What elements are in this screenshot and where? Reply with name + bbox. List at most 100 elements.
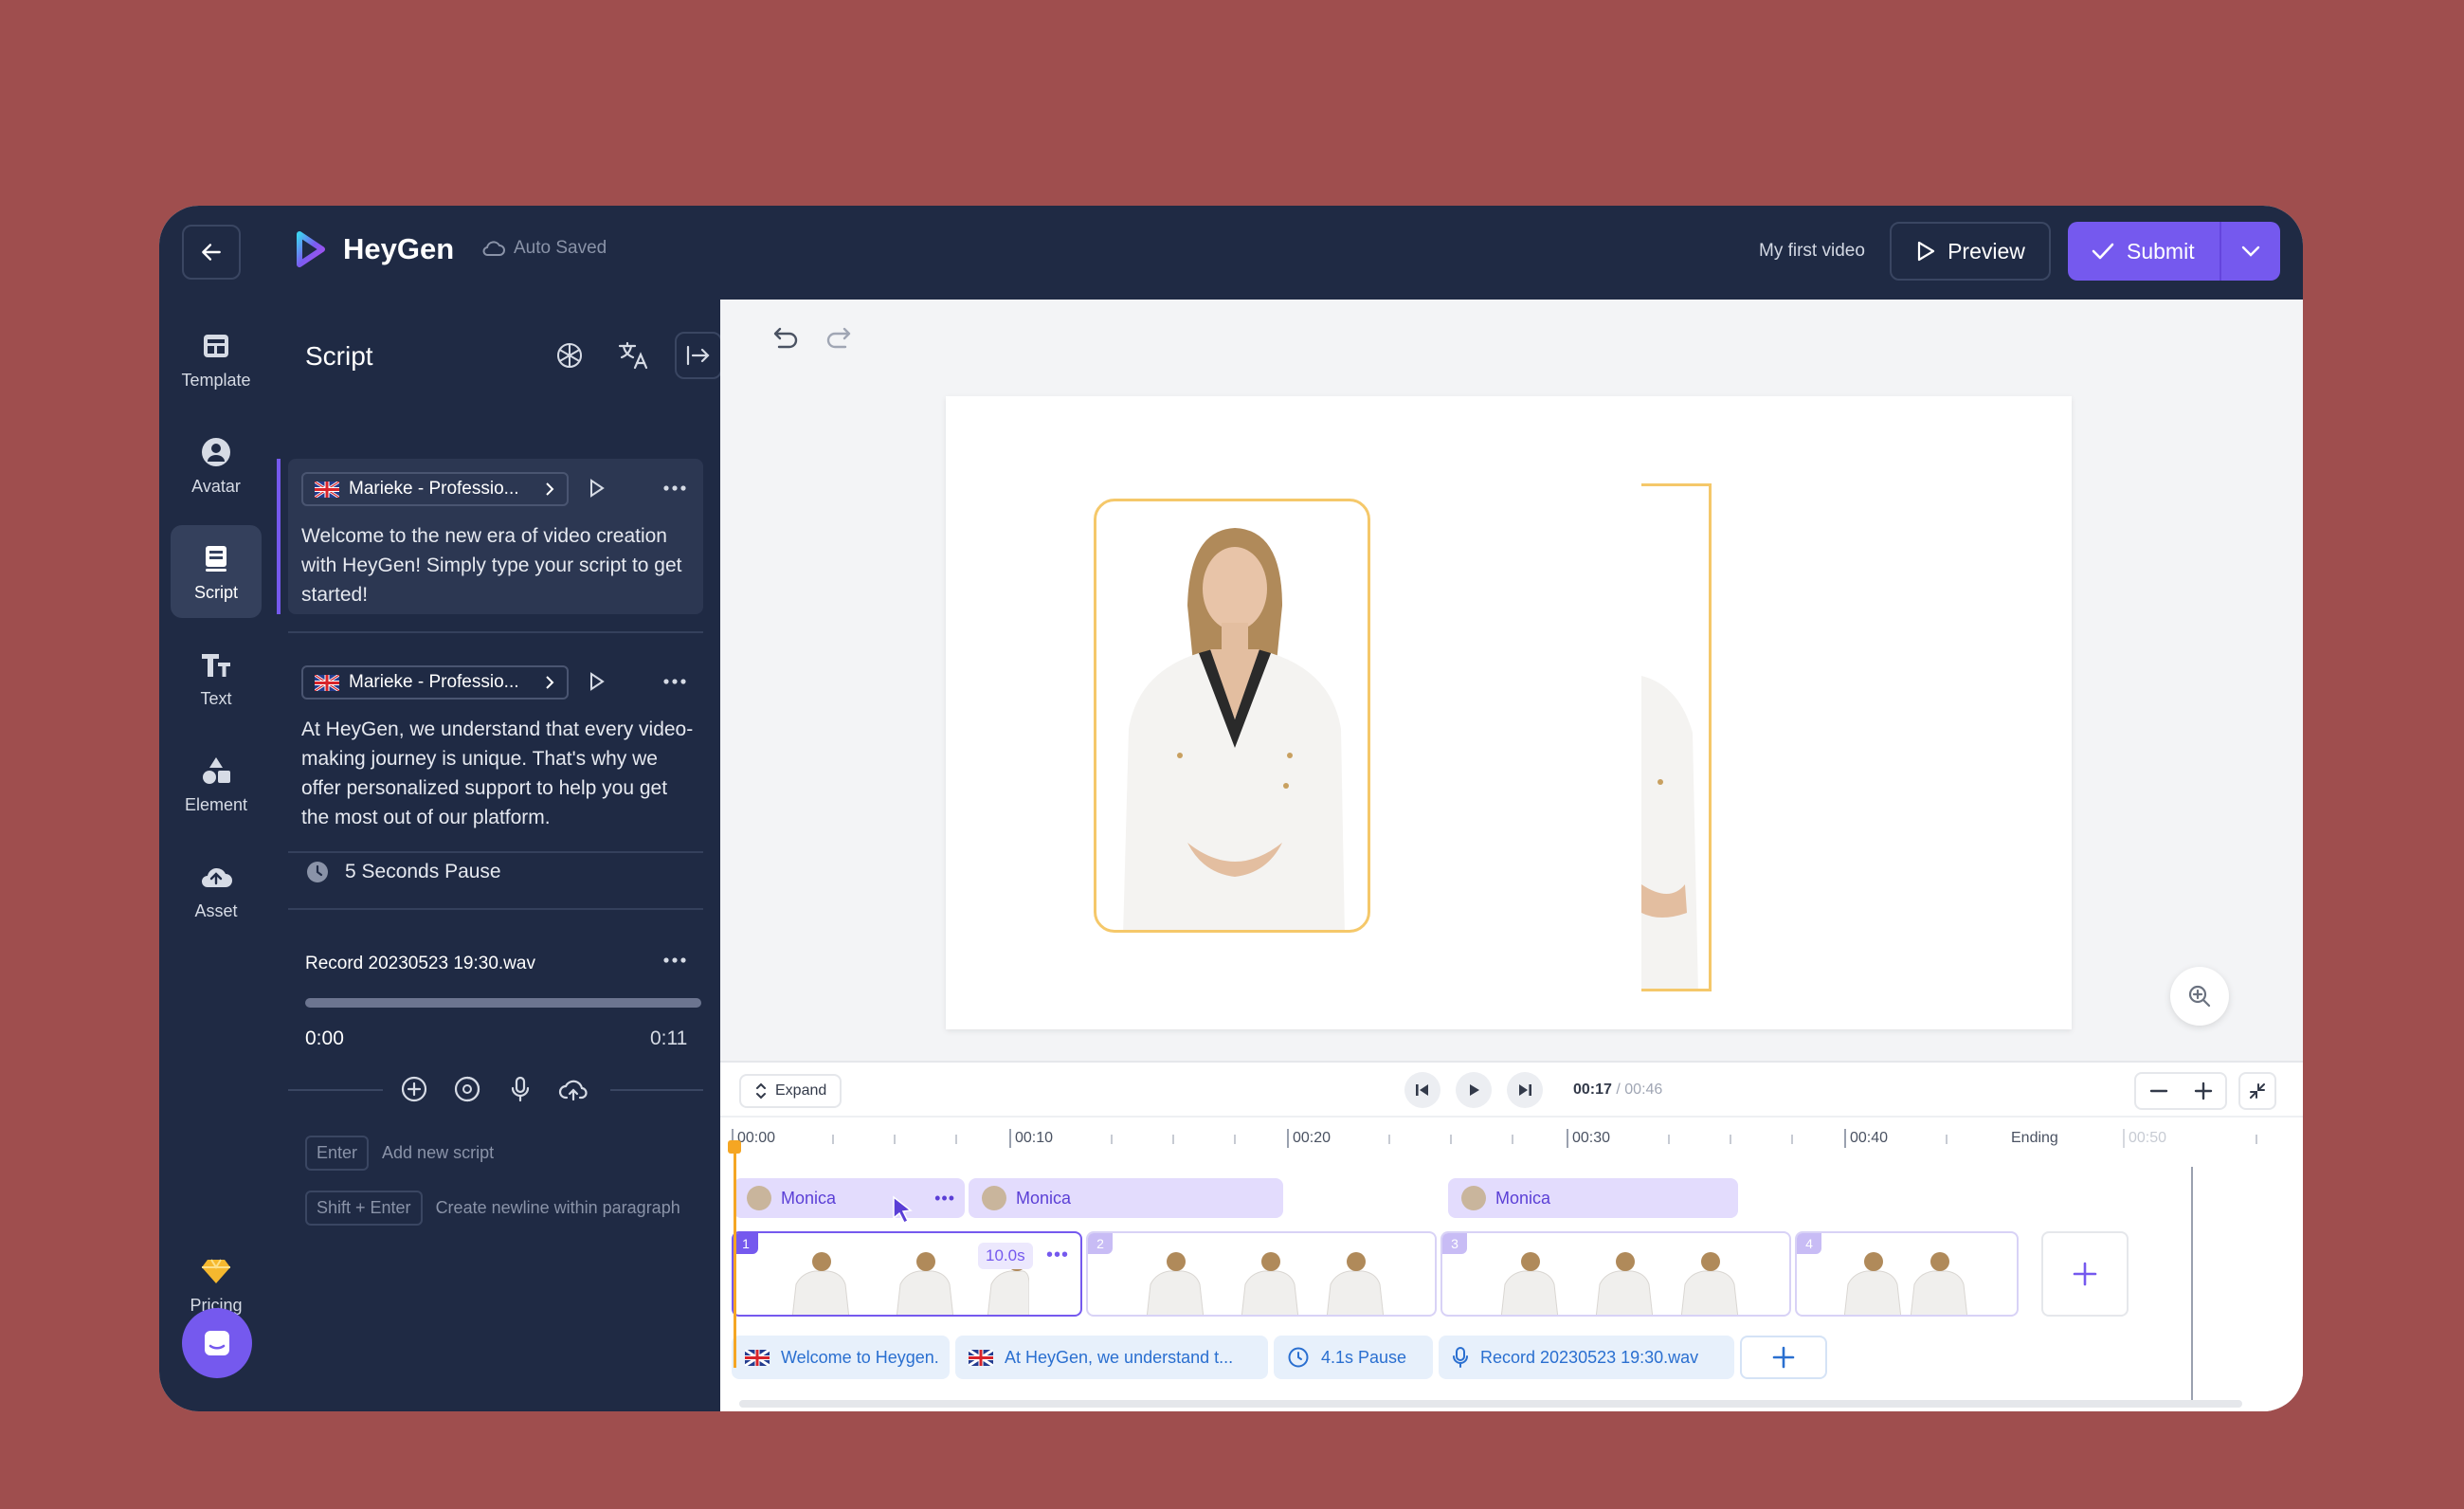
auto-saved-status: Auto Saved bbox=[481, 238, 607, 259]
nav-avatar[interactable]: Avatar bbox=[171, 419, 262, 512]
script-clip-1[interactable]: Welcome to Heygen. bbox=[732, 1336, 950, 1379]
clock-icon bbox=[1288, 1347, 1309, 1368]
hint-enter: Enter Add new script bbox=[305, 1136, 494, 1171]
divider bbox=[288, 908, 703, 910]
more-options-icon[interactable] bbox=[661, 478, 688, 499]
add-circle-icon[interactable] bbox=[398, 1073, 430, 1105]
fit-timeline-button[interactable] bbox=[2238, 1072, 2276, 1110]
minus-icon[interactable] bbox=[2147, 1080, 2170, 1102]
undo-icon[interactable] bbox=[768, 322, 800, 355]
voice-selector[interactable]: Marieke - Professio... bbox=[301, 665, 569, 700]
back-button[interactable] bbox=[182, 225, 241, 280]
scene-2[interactable]: 2 bbox=[1086, 1231, 1437, 1317]
nav-template[interactable]: Template bbox=[171, 313, 262, 406]
scene-number: 3 bbox=[1442, 1233, 1467, 1254]
audio-time-start: 0:00 bbox=[305, 1027, 344, 1049]
tick-label: 00:30 bbox=[1567, 1129, 1610, 1148]
tick-mark bbox=[894, 1135, 896, 1144]
script-block-1[interactable]: Marieke - Professio... Welcome to the ne… bbox=[277, 459, 703, 614]
collapse-panel-button[interactable] bbox=[675, 332, 722, 379]
nav-asset-label: Asset bbox=[194, 900, 238, 920]
scene-1[interactable]: 1 10.0s ••• bbox=[732, 1231, 1082, 1317]
avatar-layer-selected[interactable] bbox=[1094, 499, 1370, 933]
avatar-clip-3[interactable]: Monica bbox=[1448, 1178, 1738, 1218]
scene-thumbnail bbox=[1843, 1252, 1968, 1315]
avatar-figure bbox=[1123, 528, 1345, 930]
nav-text[interactable]: Text bbox=[171, 631, 262, 724]
ending-marker bbox=[2191, 1167, 2193, 1404]
scene-duration[interactable]: 10.0s bbox=[978, 1243, 1033, 1269]
redo-icon[interactable] bbox=[824, 322, 857, 355]
more-options-icon[interactable]: ••• bbox=[934, 1189, 955, 1209]
microphone-icon[interactable] bbox=[504, 1073, 536, 1105]
preview-button[interactable]: Preview bbox=[1890, 222, 2051, 281]
avatar-clip-1[interactable]: Monica ••• bbox=[734, 1178, 965, 1218]
plus-icon bbox=[1772, 1346, 1795, 1369]
voice-selector[interactable]: Marieke - Professio... bbox=[301, 472, 569, 506]
hint-text: Add new script bbox=[382, 1143, 495, 1162]
avatar-thumbnail bbox=[747, 1186, 771, 1210]
scene-4[interactable]: 4 bbox=[1795, 1231, 2019, 1317]
tick-mark bbox=[1450, 1135, 1452, 1144]
video-title[interactable]: My first video bbox=[1759, 241, 1865, 262]
skip-forward-button[interactable] bbox=[1507, 1072, 1543, 1108]
tick-label: 00:10 bbox=[1009, 1129, 1053, 1148]
total-time: / 00:46 bbox=[1616, 1082, 1663, 1098]
ai-script-button[interactable] bbox=[546, 332, 593, 379]
logo-text: HeyGen bbox=[343, 232, 455, 265]
submit-options-dropdown[interactable] bbox=[2219, 222, 2280, 281]
key-shift-enter: Shift + Enter bbox=[305, 1191, 423, 1226]
more-options-icon[interactable] bbox=[661, 671, 688, 692]
avatar-layer-partial[interactable] bbox=[1641, 483, 1712, 991]
skip-back-button[interactable] bbox=[1404, 1072, 1440, 1108]
script-text[interactable]: At HeyGen, we understand that every vide… bbox=[301, 715, 699, 832]
script-block-2[interactable]: Marieke - Professio... At HeyGen, we und… bbox=[288, 652, 703, 838]
nav-asset[interactable]: Asset bbox=[171, 844, 262, 936]
mouse-cursor-icon bbox=[893, 1195, 913, 1224]
translate-icon bbox=[618, 341, 648, 370]
time-ruler[interactable]: 00:00 00:10 00:20 00:30 00:40 Ending 00:… bbox=[720, 1116, 2303, 1154]
video-stage[interactable] bbox=[946, 396, 2072, 1029]
avatar-clip-2[interactable]: Monica bbox=[969, 1178, 1283, 1218]
script-clip-label: Record 20230523 19:30.wav bbox=[1480, 1347, 1699, 1367]
play-icon[interactable] bbox=[588, 478, 607, 499]
preview-label: Preview bbox=[1948, 238, 2025, 264]
skip-back-icon bbox=[1416, 1084, 1428, 1096]
add-script-button[interactable] bbox=[1740, 1336, 1827, 1379]
nav-script[interactable]: Script bbox=[171, 525, 262, 618]
play-outline-icon bbox=[1917, 241, 1935, 262]
more-options-icon[interactable] bbox=[661, 950, 688, 971]
translate-button[interactable] bbox=[610, 332, 658, 379]
canvas-zoom-button[interactable] bbox=[2170, 967, 2229, 1026]
pause-block[interactable]: 5 Seconds Pause bbox=[305, 844, 501, 900]
nav-text-label: Text bbox=[200, 688, 232, 708]
tick-label: 00:20 bbox=[1287, 1129, 1331, 1148]
add-scene-button[interactable] bbox=[2041, 1231, 2129, 1317]
recording-clip[interactable]: Record 20230523 19:30.wav bbox=[1439, 1336, 1734, 1379]
submit-button[interactable]: Submit bbox=[2068, 239, 2219, 264]
nav-element[interactable]: Element bbox=[171, 737, 262, 830]
script-clip-label: Welcome to Heygen. bbox=[781, 1347, 939, 1367]
hint-text: Create newline within paragraph bbox=[435, 1198, 680, 1217]
support-chat-button[interactable] bbox=[182, 1308, 252, 1378]
play-button[interactable] bbox=[1456, 1072, 1492, 1108]
play-icon[interactable] bbox=[588, 671, 607, 692]
tick-mark bbox=[1234, 1135, 1236, 1144]
arrow-left-icon bbox=[202, 244, 221, 261]
pause-label: 5 Seconds Pause bbox=[345, 861, 501, 882]
plus-icon[interactable] bbox=[2192, 1080, 2215, 1102]
pause-timer-icon[interactable] bbox=[451, 1073, 483, 1105]
upload-cloud-icon[interactable] bbox=[557, 1073, 589, 1105]
playhead[interactable] bbox=[734, 1144, 736, 1368]
avatar-clip-label: Monica bbox=[1016, 1188, 1072, 1208]
script-clip-2[interactable]: At HeyGen, we understand t... bbox=[955, 1336, 1268, 1379]
timeline-scrollbar[interactable] bbox=[739, 1400, 2242, 1408]
script-text[interactable]: Welcome to the new era of video creation… bbox=[301, 521, 699, 609]
audio-progress-bar[interactable] bbox=[305, 998, 701, 1008]
collapse-arrows-icon bbox=[2250, 1083, 2265, 1099]
add-block-tools bbox=[288, 1069, 703, 1111]
more-options-icon[interactable]: ••• bbox=[1046, 1245, 1069, 1266]
expand-timeline-button[interactable]: Expand bbox=[739, 1074, 842, 1108]
pause-clip[interactable]: 4.1s Pause bbox=[1274, 1336, 1433, 1379]
scene-3[interactable]: 3 bbox=[1440, 1231, 1791, 1317]
